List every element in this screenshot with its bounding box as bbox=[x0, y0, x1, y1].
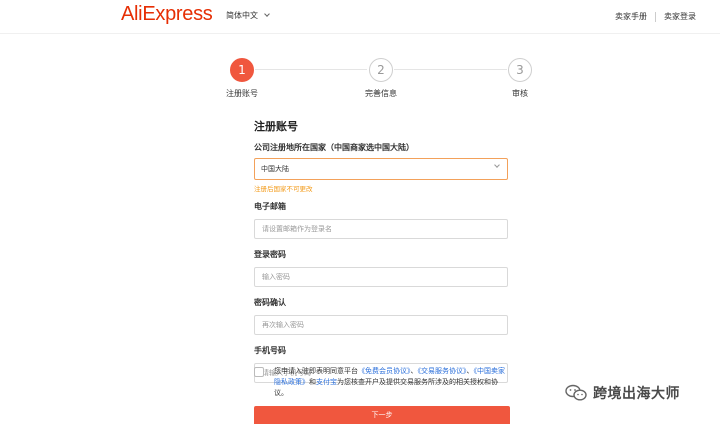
step-connector bbox=[394, 69, 507, 70]
country-value: 中国大陆 bbox=[261, 165, 289, 173]
password-field[interactable]: 输入密码 bbox=[254, 267, 508, 287]
conjunction: 和 bbox=[309, 378, 316, 386]
separator: 、 bbox=[466, 367, 474, 375]
agreement-row: 您申请入驻即表明同意平台《免费会员协议》、《交易服务协议》、《中国卖家隐私政策》… bbox=[254, 366, 510, 399]
header-links: 卖家手册 卖家登录 bbox=[615, 11, 696, 22]
step-2-circle: 2 bbox=[369, 58, 393, 82]
alipay-link[interactable]: 支付宝 bbox=[316, 378, 337, 386]
free-member-agreement-link[interactable]: 《免费会员协议》 bbox=[358, 367, 411, 375]
watermark-text: 跨境出海大师 bbox=[593, 386, 680, 402]
seller-login-link[interactable]: 卖家登录 bbox=[664, 11, 696, 22]
country-hint: 注册后国家不可更改 bbox=[254, 185, 313, 193]
registration-form: 注册账号 公司注册地所在国家（中国商家选中国大陆） 中国大陆 注册后国家不可更改… bbox=[254, 118, 510, 383]
language-selector[interactable]: 简体中文 bbox=[226, 10, 270, 21]
password-label: 登录密码 bbox=[254, 250, 286, 259]
separator: 、 bbox=[410, 367, 418, 375]
seller-manual-link[interactable]: 卖家手册 bbox=[615, 11, 647, 22]
step-connector bbox=[255, 69, 367, 70]
trade-service-agreement-link[interactable]: 《交易服务协议》 bbox=[418, 367, 467, 375]
step-1-label: 注册账号 bbox=[226, 89, 258, 98]
agreement-checkbox[interactable] bbox=[254, 367, 264, 377]
divider bbox=[655, 11, 656, 22]
agreement-prefix: 您申请入驻即表明同意平台 bbox=[274, 367, 358, 375]
step-1-circle: 1 bbox=[230, 58, 254, 82]
next-step-button[interactable]: 下一步 bbox=[254, 406, 510, 424]
step-3-label: 审核 bbox=[512, 89, 528, 98]
language-label: 简体中文 bbox=[226, 11, 258, 20]
form-title: 注册账号 bbox=[254, 120, 298, 133]
country-label: 公司注册地所在国家（中国商家选中国大陆） bbox=[254, 143, 414, 152]
aliexpress-logo[interactable]: AliExpress bbox=[121, 3, 213, 26]
chevron-down-icon bbox=[264, 11, 270, 17]
agreement-text: 您申请入驻即表明同意平台《免费会员协议》、《交易服务协议》、《中国卖家隐私政策》… bbox=[274, 366, 510, 399]
wechat-icon bbox=[565, 384, 587, 401]
step-2-label: 完善信息 bbox=[365, 89, 397, 98]
confirm-password-label: 密码确认 bbox=[254, 298, 286, 307]
top-header: AliExpress 简体中文 卖家手册 卖家登录 bbox=[0, 0, 720, 34]
chevron-down-icon bbox=[494, 162, 500, 168]
confirm-password-field[interactable]: 再次输入密码 bbox=[254, 315, 508, 335]
email-label: 电子邮箱 bbox=[254, 202, 286, 211]
country-select[interactable]: 中国大陆 bbox=[254, 158, 508, 180]
phone-label: 手机号码 bbox=[254, 346, 286, 355]
email-field[interactable]: 请设置邮箱作为登录名 bbox=[254, 219, 508, 239]
watermark: 跨境出海大师 bbox=[565, 383, 680, 403]
step-3-circle: 3 bbox=[508, 58, 532, 82]
registration-stepper: 1 2 3 注册账号 完善信息 审核 bbox=[0, 58, 720, 102]
